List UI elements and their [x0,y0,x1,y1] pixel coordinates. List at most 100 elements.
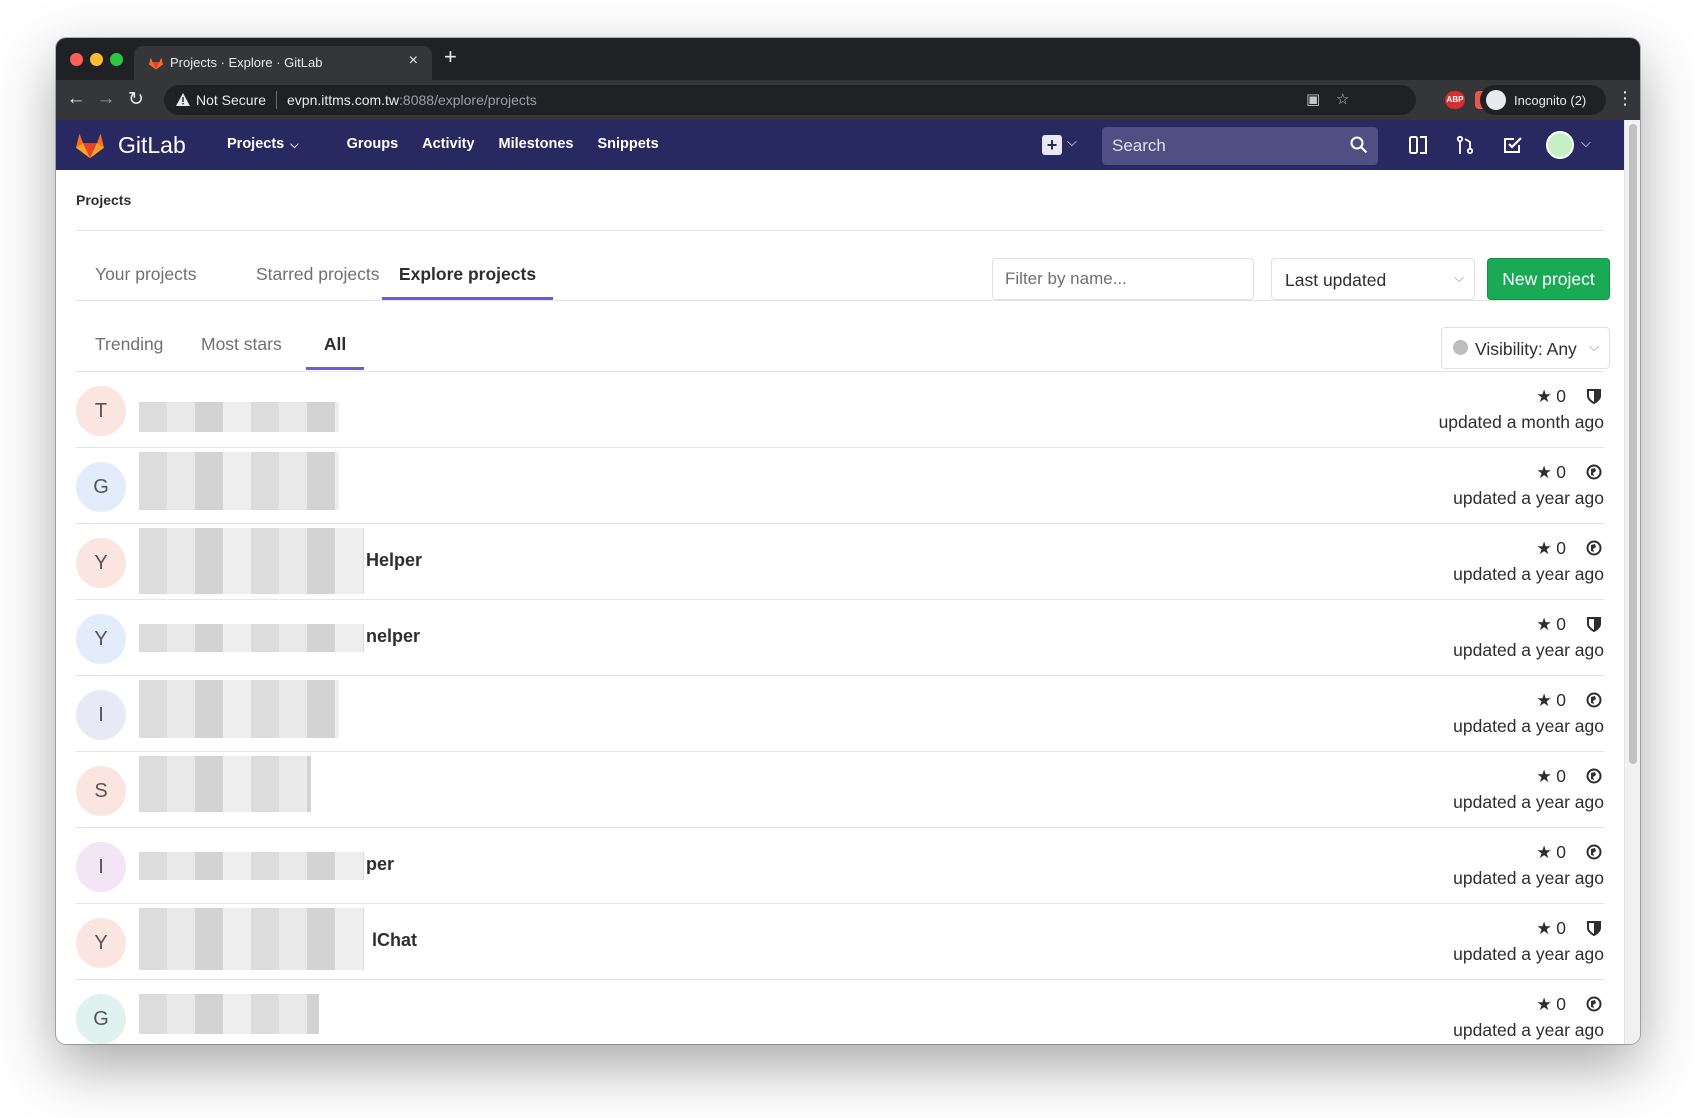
project-avatar[interactable]: I [76,842,126,892]
project-row[interactable]: G ★ 0 updated a year ago [76,448,1604,524]
project-row[interactable]: S ★ 0 updated a year ago [76,752,1604,828]
user-avatar[interactable] [1546,131,1574,159]
star-count: 0 [1556,918,1566,938]
bookmark-star-icon[interactable]: ☆ [1336,90,1349,108]
tab-starred-projects[interactable]: Starred projects [256,244,380,300]
shield-icon [1587,389,1601,404]
forward-icon[interactable]: → [94,88,118,110]
address-bar[interactable]: Not Secure evpn.ittms.com.tw:8088/explor… [164,85,1416,115]
project-row[interactable]: Y Helper ★ 0 updated a year ago [76,524,1604,600]
project-name[interactable]: Helper [366,550,422,571]
project-meta: ★ 0 updated a year ago [1453,994,1604,1041]
adblock-extension-icon[interactable]: ABP [1445,91,1465,109]
project-avatar[interactable]: Y [76,918,126,968]
project-avatar[interactable]: Y [76,614,126,664]
search-box[interactable] [1102,127,1378,165]
tab-most-stars[interactable]: Most stars [201,314,282,370]
tabs-divider [76,300,1604,301]
nav-activity[interactable]: Activity [422,136,474,152]
globe-icon [1586,996,1602,1012]
nav-milestones[interactable]: Milestones [499,136,574,152]
incognito-profile-button[interactable]: Incognito (2) [1480,85,1606,115]
project-meta: ★ 0 updated a year ago [1453,842,1604,889]
browser-window: Projects · Explore · GitLab × + ← → ↻ No… [56,38,1640,1044]
tab-your-projects[interactable]: Your projects [95,244,197,300]
project-name[interactable]: nelper [366,626,420,647]
project-avatar[interactable]: Y [76,538,126,588]
project-row[interactable]: Y lChat ★ 0 updated a year ago [76,904,1604,980]
globe-icon [1586,540,1602,556]
star-icon[interactable]: ★ [1536,766,1552,787]
project-row[interactable]: T ★ 0 updated a month ago [76,372,1604,448]
star-icon[interactable]: ★ [1536,462,1552,483]
star-icon[interactable]: ★ [1536,918,1552,939]
project-avatar[interactable]: I [76,690,126,740]
star-icon[interactable]: ★ [1536,842,1552,863]
chevron-down-icon[interactable]: ⌵ [1067,134,1077,150]
project-avatar[interactable]: G [76,994,126,1044]
tab-label: Most stars [201,334,282,354]
visibility-filter-dropdown[interactable]: Visibility: Any ⌵ [1441,327,1610,369]
address-divider [276,91,277,109]
new-tab-button[interactable]: + [444,44,457,70]
project-row[interactable]: I per ★ 0 updated a year ago [76,828,1604,904]
chevron-down-icon[interactable]: ⌵ [1581,135,1591,151]
star-icon[interactable]: ★ [1536,614,1552,635]
project-avatar[interactable]: T [76,386,126,436]
tab-explore-projects[interactable]: Explore projects [382,244,553,300]
search-icon [1350,136,1368,154]
search-input[interactable] [1102,127,1378,165]
sort-dropdown[interactable]: Last updated ⌵ [1271,258,1475,300]
filter-input[interactable] [993,259,1253,299]
issues-icon[interactable] [1407,134,1429,156]
gitlab-logo-icon[interactable] [74,131,106,159]
merge-requests-icon[interactable] [1454,134,1476,156]
updated-time: updated a year ago [1453,944,1604,964]
project-row[interactable]: Y nelper ★ 0 updated a year ago [76,600,1604,676]
gitlab-brand[interactable]: GitLab [118,132,186,159]
minimize-window-button[interactable] [90,53,103,66]
page-scrollbar[interactable] [1624,120,1640,1044]
tab-all[interactable]: All [306,314,364,370]
maximize-window-button[interactable] [110,53,123,66]
project-row[interactable]: G ★ 0 updated a year ago [76,980,1604,1044]
scrollbar-thumb[interactable] [1629,124,1637,764]
translate-icon[interactable]: ▣ [1306,90,1320,108]
star-icon[interactable]: ★ [1536,538,1552,559]
star-icon[interactable]: ★ [1536,994,1552,1015]
redacted-project-name [139,994,319,1034]
project-name[interactable]: lChat [372,930,417,951]
project-avatar[interactable]: G [76,462,126,512]
project-avatar[interactable]: S [76,766,126,816]
close-window-button[interactable] [70,53,83,66]
tab-label: Explore projects [398,264,537,284]
project-row[interactable]: I ★ 0 updated a year ago [76,676,1604,752]
star-count: 0 [1556,386,1566,406]
project-name[interactable]: per [366,854,394,875]
reload-icon[interactable]: ↻ [124,88,148,111]
project-meta: ★ 0 updated a year ago [1453,766,1604,813]
sort-value: Last updated [1285,270,1387,290]
new-project-button[interactable]: New project [1487,258,1610,300]
nav-projects[interactable]: Projects ⌵ [227,136,323,152]
star-icon[interactable]: ★ [1536,386,1552,407]
star-count: 0 [1556,690,1566,710]
redacted-project-name [139,852,364,880]
tab-label: All [323,334,347,354]
updated-time: updated a year ago [1453,868,1604,888]
nav-groups[interactable]: Groups [347,136,399,152]
browser-menu-icon[interactable]: ⋮ [1616,88,1634,109]
tab-trending[interactable]: Trending [95,314,163,370]
back-icon[interactable]: ← [64,88,88,110]
new-dropdown-plus-icon[interactable]: + [1042,135,1062,155]
todos-icon[interactable] [1502,134,1524,156]
redacted-project-name [139,680,339,738]
filter-by-name-field[interactable] [992,258,1254,300]
breadcrumb[interactable]: Projects [76,192,131,208]
star-count: 0 [1556,538,1566,558]
close-tab-icon[interactable]: × [409,52,418,70]
star-icon[interactable]: ★ [1536,690,1552,711]
browser-tab[interactable]: Projects · Explore · GitLab × [134,46,432,80]
project-meta: ★ 0 updated a month ago [1439,386,1604,433]
nav-snippets[interactable]: Snippets [597,136,658,152]
